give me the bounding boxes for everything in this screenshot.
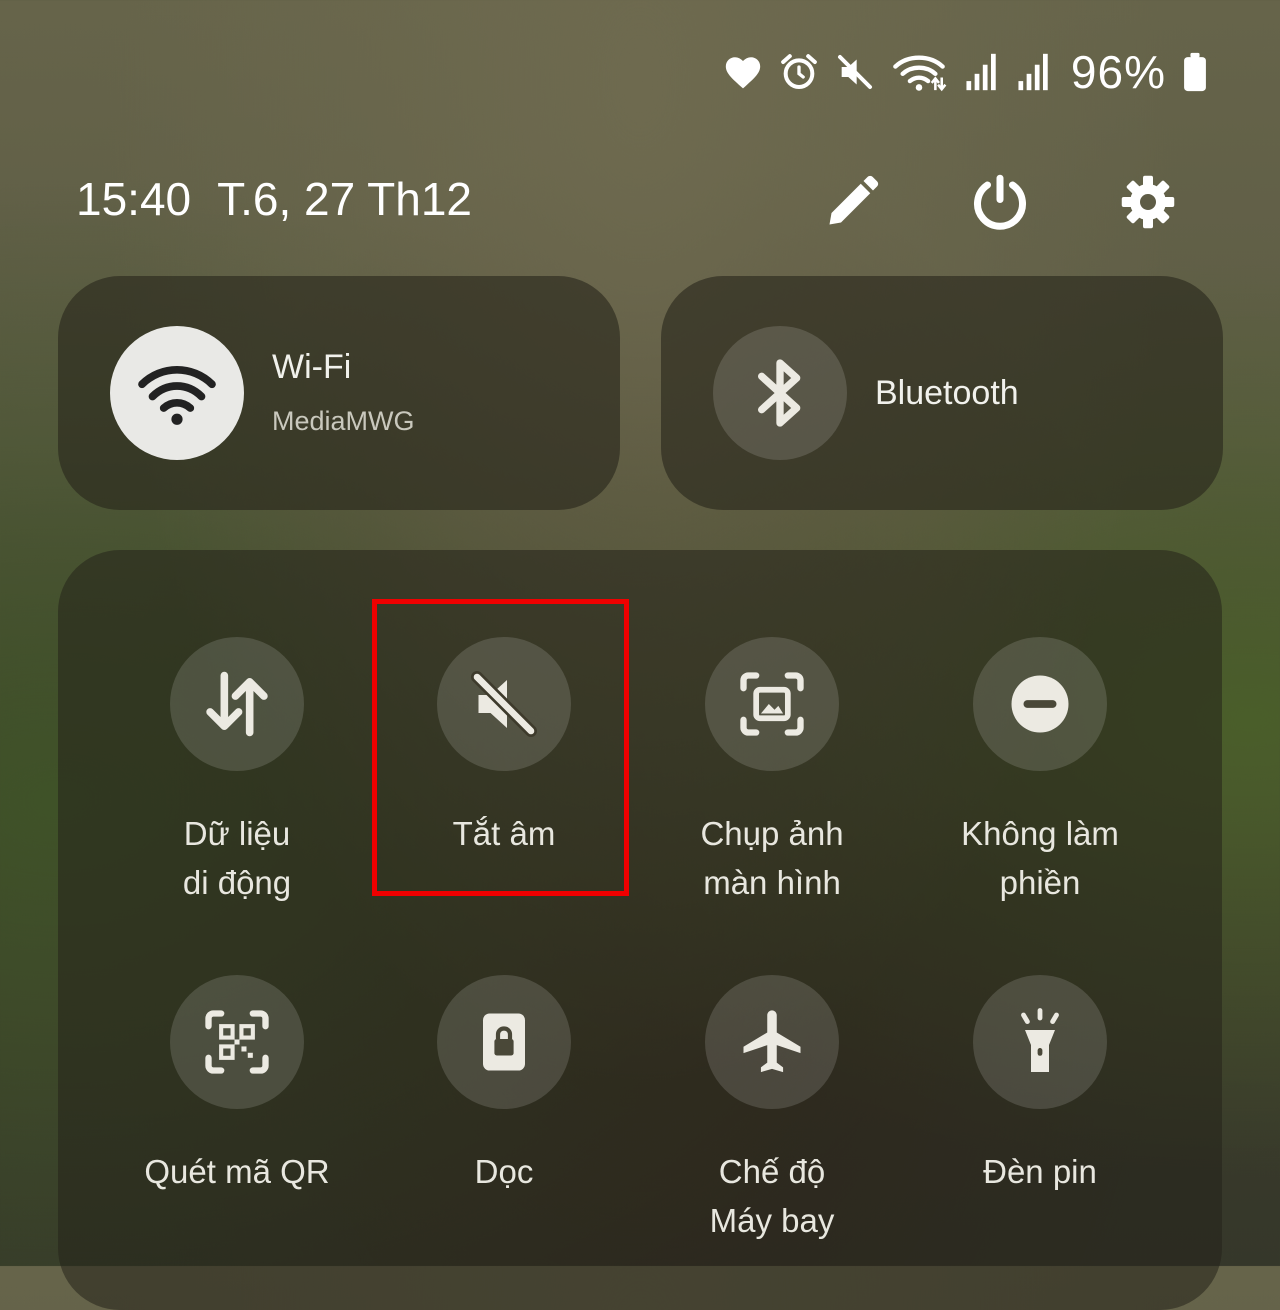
tile-do-not-disturb[interactable]: Không làm phiền (920, 637, 1160, 917)
signal-icon (1018, 53, 1048, 91)
tile-label: Chế độ Máy bay (709, 1153, 835, 1239)
tile-screenshot[interactable]: Chụp ảnh màn hình (652, 637, 892, 917)
mute-icon (471, 671, 537, 737)
wifi-toggle[interactable] (110, 326, 244, 460)
settings-icon (1121, 175, 1175, 229)
tile-airplane-mode[interactable]: Chế độ Máy bay (652, 975, 892, 1255)
battery-icon (1184, 52, 1206, 92)
bluetooth-toggle[interactable] (713, 326, 847, 460)
mobile-data-button[interactable] (170, 637, 304, 771)
bluetooth-tile[interactable]: Bluetooth (661, 276, 1223, 510)
wifi-network-name: MediaMWG (272, 406, 415, 436)
signal-icon (966, 53, 996, 91)
screenshot-button[interactable] (705, 637, 839, 771)
date-label: T.6, 27 Th12 (217, 173, 473, 225)
qr-scan-icon (205, 1010, 269, 1074)
heart-icon (725, 57, 761, 89)
do-not-disturb-button[interactable] (973, 637, 1107, 771)
qr-scan-button[interactable] (170, 975, 304, 1109)
tile-mute[interactable]: Tắt âm (384, 637, 624, 917)
flashlight-icon (1021, 1008, 1059, 1072)
alarm-icon (781, 54, 817, 89)
tile-label: Đèn pin (983, 1153, 1097, 1190)
wifi-tile[interactable]: Wi-Fi MediaMWG (58, 276, 620, 510)
status-bar: 96% (723, 44, 1208, 100)
tile-label: Tắt âm (452, 815, 556, 852)
settings-button[interactable] (1116, 170, 1180, 234)
tile-label: Dọc (474, 1153, 534, 1190)
flashlight-button[interactable] (973, 975, 1107, 1109)
bluetooth-icon (758, 359, 801, 427)
do-not-disturb-icon (1011, 675, 1069, 733)
tile-portrait[interactable]: Dọc (384, 975, 624, 1255)
wifi-icon (893, 55, 947, 92)
tile-qr-scan[interactable]: Quét mã QR (117, 975, 357, 1255)
power-icon (974, 174, 1026, 230)
tile-label: Dữ liệu di động (182, 815, 292, 901)
tile-label: Chụp ảnh màn hình (700, 815, 844, 901)
screenshot-icon (740, 672, 804, 736)
portrait-button[interactable] (437, 975, 571, 1109)
wifi-title: Wi-Fi (272, 348, 352, 386)
tile-label: Quét mã QR (144, 1153, 330, 1190)
tile-mobile-data[interactable]: Dữ liệu di động (117, 637, 357, 917)
battery-percentage: 96% (1070, 46, 1166, 98)
quick-panel-header: 15:40 T.6, 27 Th12 (76, 170, 1206, 234)
clock: 15:40 T.6, 27 Th12 (76, 172, 472, 226)
airplane-icon (743, 1010, 801, 1073)
airplane-mode-button[interactable] (705, 975, 839, 1109)
tile-label: Không làm phiền (961, 815, 1119, 901)
tile-flashlight[interactable]: Đèn pin (920, 975, 1160, 1255)
bluetooth-title: Bluetooth (875, 374, 1019, 412)
portrait-lock-icon (483, 1013, 525, 1071)
time-label: 15:40 (76, 173, 192, 225)
wifi-icon (138, 365, 216, 425)
mute-icon (837, 55, 872, 89)
edit-icon (829, 175, 879, 225)
edit-button[interactable] (820, 170, 884, 234)
mute-button[interactable] (437, 637, 571, 771)
power-button[interactable] (968, 170, 1032, 234)
data-transfer-icon (206, 671, 268, 737)
